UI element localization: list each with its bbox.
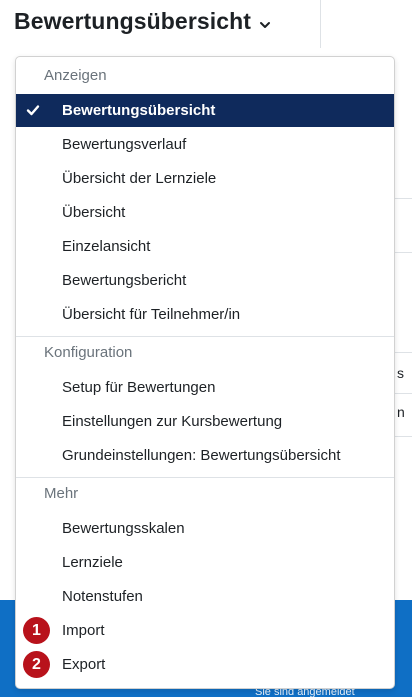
menu-item-export[interactable]: 2 Export [16,648,394,681]
menu-item-label: Lernziele [62,554,123,571]
report-selector[interactable]: Bewertungsübersicht [14,8,271,35]
header-divider [320,0,321,48]
menu-item-label: Bewertungsverlauf [62,136,187,153]
menu-item-label: Notenstufen [62,588,143,605]
menu-item-bewertungsverlauf[interactable]: Bewertungsverlauf [16,128,394,161]
menu-item-uebersicht-teilnehmer[interactable]: Übersicht für Teilnehmer/in [16,298,394,331]
background-row-rule [395,393,412,394]
background-row-rule [395,436,412,437]
menu-item-label: Bewertungsskalen [62,520,185,537]
check-icon [26,105,40,116]
menu-item-label: Bewertungsbericht [62,272,187,289]
menu-item-label: Export [62,656,106,673]
menu-item-bewertungsuebersicht[interactable]: Bewertungsübersicht [16,94,394,127]
menu-item-einstellungen-kursbewertung[interactable]: Einstellungen zur Kursbewertung [16,405,394,438]
menu-divider [16,477,394,478]
background-row-rule [395,198,412,199]
menu-divider [16,336,394,337]
step-badge-2: 2 [23,651,50,678]
menu-item-import[interactable]: 1 Import [16,614,394,647]
menu-item-setup-bewertungen[interactable]: Setup für Bewertungen [16,371,394,404]
background-cut-text: n [397,404,405,420]
report-dropdown-menu: Anzeigen Bewertungsübersicht Bewertungsv… [15,56,395,689]
menu-item-label: Grundeinstellungen: Bewertungsübersicht [62,447,341,464]
section-heading-mehr: Mehr [44,485,79,502]
background-cut-text: s [397,365,404,381]
menu-item-bewertungsbericht[interactable]: Bewertungsbericht [16,264,394,297]
menu-item-label: Bewertungsübersicht [62,102,216,119]
page-title: Bewertungsübersicht [14,8,252,34]
menu-item-uebersicht-lernziele[interactable]: Übersicht der Lernziele [16,162,394,195]
menu-item-label: Einzelansicht [62,238,151,255]
menu-item-label: Übersicht [62,204,126,221]
background-row-rule [395,252,412,253]
menu-item-bewertungsskalen[interactable]: Bewertungsskalen [16,512,394,545]
menu-item-uebersicht[interactable]: Übersicht [16,196,394,229]
menu-item-grundeinstellungen[interactable]: Grundeinstellungen: Bewertungsübersicht [16,439,394,472]
menu-item-label: Import [62,622,105,639]
background-row-rule [395,352,412,353]
section-heading-konfiguration: Konfiguration [44,344,133,361]
menu-item-label: Übersicht für Teilnehmer/in [62,306,241,323]
menu-item-label: Einstellungen zur Kursbewertung [62,413,283,430]
chevron-down-icon [260,21,271,28]
menu-item-lernziele[interactable]: Lernziele [16,546,394,579]
section-heading-anzeigen: Anzeigen [44,67,107,84]
step-badge-1: 1 [23,617,50,644]
menu-item-notenstufen[interactable]: Notenstufen [16,580,394,613]
menu-item-label: Übersicht der Lernziele [62,170,217,187]
menu-item-label: Setup für Bewertungen [62,379,216,396]
menu-item-einzelansicht[interactable]: Einzelansicht [16,230,394,263]
page: s n Sie sind angemeldet Bewertungsübersi… [0,0,412,697]
